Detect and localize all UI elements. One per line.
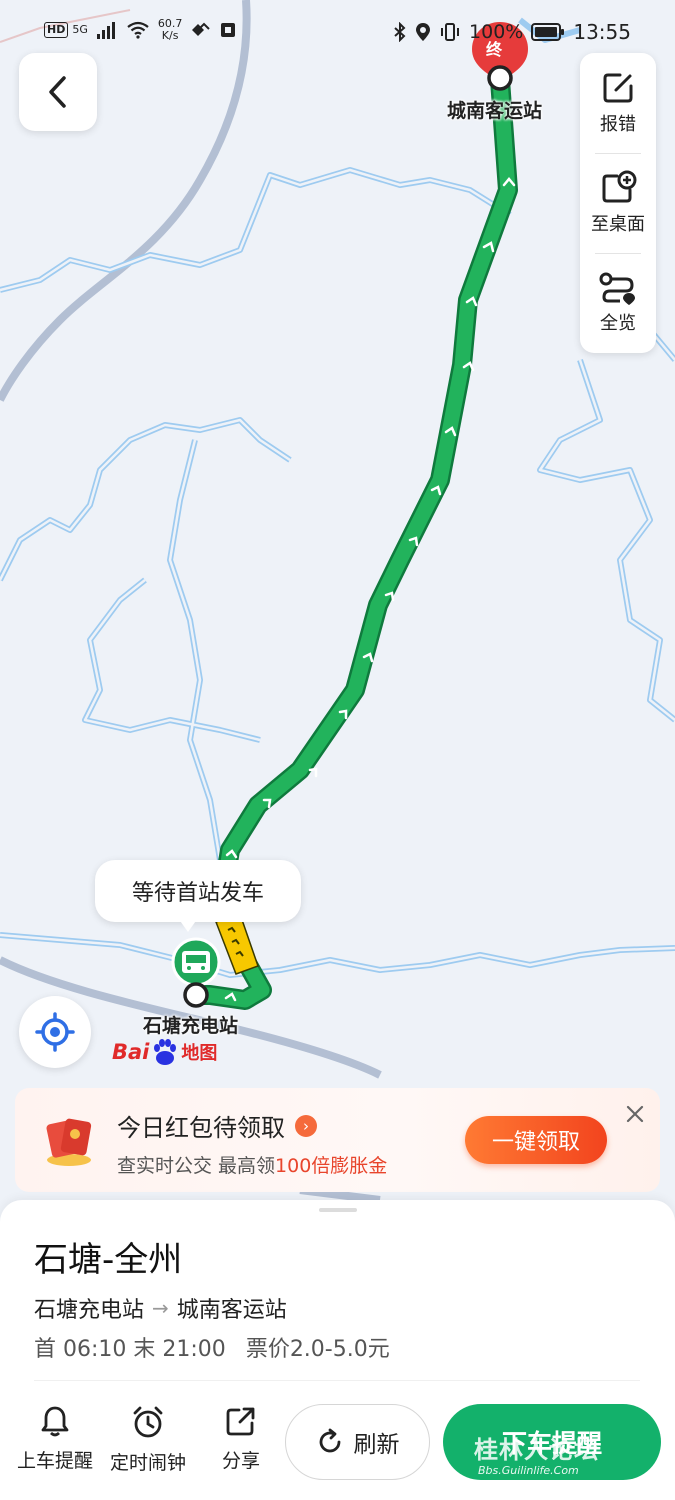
- refresh-label: 刷新: [353, 1432, 400, 1458]
- add-to-desktop-icon: [602, 170, 637, 203]
- start-station-label: 石塘充电站: [143, 1015, 239, 1037]
- refresh-button[interactable]: 刷新: [285, 1404, 430, 1480]
- promo-subtitle: 查实时公交 最高领100倍膨胀金: [117, 1151, 387, 1178]
- wifi-icon: [127, 21, 149, 39]
- route-overview-icon: [599, 272, 635, 305]
- bubble-tail: [178, 918, 198, 932]
- bluetooth-icon: [394, 22, 406, 42]
- report-error-label: 报错: [600, 114, 636, 135]
- share-button[interactable]: 分享: [196, 1404, 286, 1484]
- notification-icon: [221, 23, 236, 37]
- board-reminder-label: 上车提醒: [16, 1450, 93, 1472]
- sheet-drag-handle[interactable]: [319, 1208, 357, 1212]
- crosshair-icon: [35, 1012, 75, 1052]
- chevron-left-icon: [49, 76, 66, 108]
- route-direction: 石塘充电站 → 城南客运站: [34, 1292, 287, 1324]
- edit-icon: [603, 73, 633, 103]
- promo-sub-prefix: 查实时公交 最高领: [117, 1155, 276, 1177]
- vibrate-icon: [441, 23, 460, 41]
- locate-me-button[interactable]: [19, 996, 91, 1068]
- refresh-icon: [319, 1428, 340, 1453]
- route-to: 城南客运站: [176, 1298, 287, 1323]
- alarm-clock-icon: [133, 1406, 163, 1438]
- report-error-button[interactable]: 报错: [580, 53, 656, 153]
- divider: [34, 1380, 640, 1381]
- map-tool-panel: 报错 至桌面 全览: [580, 53, 656, 353]
- claim-button[interactable]: 一键领取: [465, 1116, 607, 1164]
- alarm-button[interactable]: 定时闹钟: [103, 1404, 193, 1484]
- watermark-text: 桂林人论坛: [474, 1436, 599, 1464]
- promo-title: 今日红包待领取 ›: [117, 1108, 317, 1143]
- red-envelope-icon: [46, 1118, 92, 1166]
- add-to-desktop-label: 至桌面: [591, 214, 645, 235]
- bus-marker: [215, 913, 259, 975]
- overview-button[interactable]: 全览: [580, 253, 656, 353]
- logo-ditu: 地图: [181, 1043, 218, 1064]
- last-bus-time: 末 21:00: [133, 1337, 226, 1362]
- share-label: 分享: [221, 1450, 260, 1472]
- route-from: 石塘充电站: [34, 1298, 145, 1323]
- signal-icon: [96, 22, 115, 39]
- battery-percent: 100%: [469, 21, 524, 43]
- baidu-map-logo: Bai 地图: [112, 1036, 217, 1068]
- route-schedule: 首 06:10 末 21:00 票价2.0-5.0元: [34, 1331, 390, 1363]
- location-icon: [416, 23, 431, 41]
- terminal-station-label: 城南客运站: [447, 100, 543, 122]
- back-button[interactable]: [19, 53, 97, 131]
- first-bus-time: 首 06:10: [34, 1337, 127, 1362]
- close-icon[interactable]: [623, 1102, 647, 1126]
- network-type: 5G: [72, 23, 88, 36]
- promo-title-text: 今日红包待领取: [117, 1114, 285, 1142]
- battery-icon: [531, 23, 565, 41]
- overview-label: 全览: [600, 313, 636, 334]
- hd-badge: HD: [44, 22, 69, 38]
- speed-unit: K/s: [161, 29, 179, 42]
- fare: 票价2.0-5.0元: [245, 1337, 390, 1362]
- bell-icon: [41, 1406, 69, 1437]
- chevron-right-icon: ›: [295, 1114, 317, 1137]
- arrow-right-icon: →: [152, 1296, 169, 1320]
- status-bar: HD 5G 60.7 K/s 100% 13:55: [0, 0, 675, 64]
- network-speed: 60.7 K/s: [158, 18, 183, 42]
- status-bubble-text: 等待首站发车: [131, 881, 264, 906]
- hotspot-icon: [192, 22, 211, 36]
- board-reminder-button[interactable]: 上车提醒: [10, 1404, 100, 1484]
- share-icon: [226, 1407, 255, 1436]
- route-name: 石塘-全州: [34, 1240, 183, 1280]
- clock: 13:55: [573, 20, 631, 44]
- alarm-label: 定时闹钟: [109, 1452, 186, 1474]
- logo-bai: Bai: [112, 1040, 150, 1064]
- status-bubble: 等待首站发车: [95, 860, 301, 922]
- promo-banner[interactable]: 今日红包待领取 › 查实时公交 最高领100倍膨胀金 一键领取: [15, 1088, 660, 1192]
- paw-icon: [154, 1039, 177, 1065]
- forum-watermark: 桂林人论坛 Bbs.Guilinlife.Com: [470, 1430, 650, 1484]
- add-to-desktop-button[interactable]: 至桌面: [580, 153, 656, 253]
- promo-sub-highlight: 100倍膨胀金: [275, 1155, 388, 1177]
- watermark-url: Bbs.Guilinlife.Com: [478, 1464, 579, 1477]
